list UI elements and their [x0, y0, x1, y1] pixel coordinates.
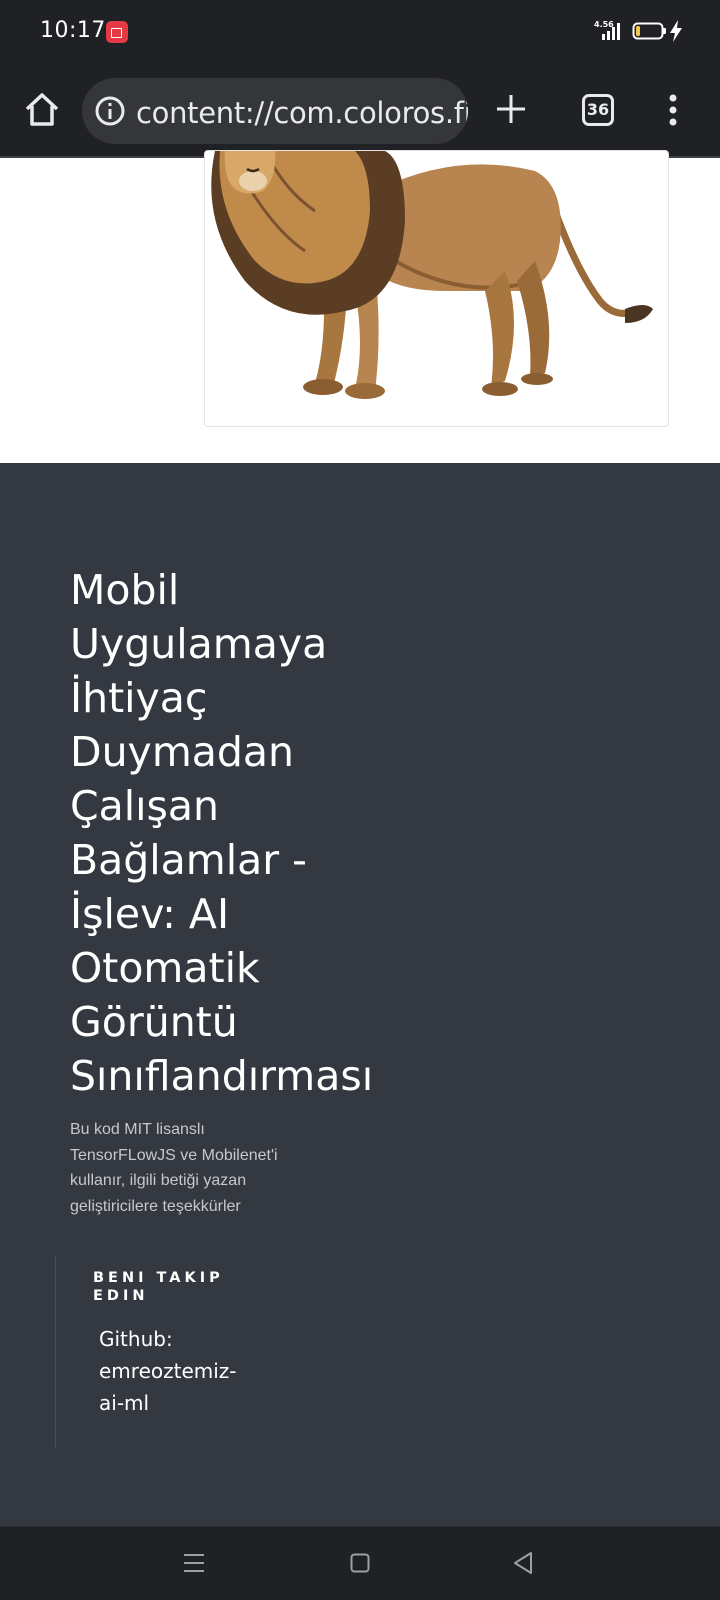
title-line: Çalışan [70, 782, 220, 830]
title-line: Duymadan [70, 728, 295, 776]
tab-switcher-button[interactable]: 36 [582, 94, 614, 126]
page-title: Mobil Uygulamaya İhtiyaç Duymadan Çalışa… [70, 563, 410, 1103]
charging-icon [670, 20, 682, 42]
recents-icon[interactable] [182, 1551, 206, 1575]
title-line: Mobil [70, 566, 180, 614]
follow-block: BENI TAKIP EDIN Github: emreoztemiz- ai-… [55, 1255, 315, 1449]
title-line: Görüntü [70, 998, 238, 1046]
system-nav-bar [0, 1526, 720, 1600]
footer-section: Mobil Uygulamaya İhtiyaç Duymadan Çalışa… [0, 463, 720, 1526]
lion-image [211, 151, 653, 399]
plus-icon[interactable] [496, 94, 526, 124]
follow-heading-line: BENI TAKIP [93, 1270, 224, 1286]
more-vert-icon[interactable] [668, 94, 678, 126]
status-bar: 10:17 4.56 [0, 0, 720, 64]
title-line: İşlev: AI [70, 890, 230, 938]
home-square-icon[interactable] [350, 1553, 370, 1573]
credits-line: TensorFLowJS ve Mobilenet'i [70, 1146, 278, 1164]
github-link-line: emreoztemiz- [99, 1359, 237, 1383]
screen-record-icon [106, 21, 128, 43]
address-bar[interactable]: content://com.coloros.filemanager [82, 78, 468, 144]
credits-line: kullanır, ilgili betiği yazan [70, 1172, 247, 1189]
credits-line: Bu kod MIT lisanslı [70, 1121, 205, 1138]
home-icon[interactable] [22, 90, 62, 130]
browser-toolbar: content://com.coloros.filemanager 36 [0, 64, 720, 158]
github-link-line: Github: [99, 1327, 173, 1351]
title-line: Uygulamaya [70, 620, 328, 668]
credits-text: Bu kod MIT lisanslı TensorFLowJS ve Mobi… [70, 1117, 330, 1219]
title-line: İhtiyaç [70, 674, 208, 722]
signal-icon [602, 23, 620, 40]
title-line: Otomatik [70, 944, 260, 992]
credits-line: geliştiricilere teşekkürler [70, 1197, 241, 1215]
github-link-line: ai-ml [99, 1391, 150, 1415]
back-triangle-icon[interactable] [512, 1551, 534, 1575]
follow-heading: BENI TAKIP EDIN [93, 1269, 263, 1305]
title-line: Sınıflandırması [70, 1052, 374, 1100]
github-link[interactable]: Github: emreoztemiz- ai-ml [99, 1323, 259, 1419]
info-icon[interactable] [94, 95, 126, 127]
battery-icon [632, 22, 666, 40]
image-section [0, 150, 720, 463]
status-time: 10:17 [40, 18, 106, 43]
title-line: Bağlamlar - [70, 836, 307, 884]
uploaded-image [204, 150, 669, 427]
follow-heading-line: EDIN [93, 1288, 149, 1304]
url-text: content://com.coloros.filemanager [136, 96, 468, 130]
